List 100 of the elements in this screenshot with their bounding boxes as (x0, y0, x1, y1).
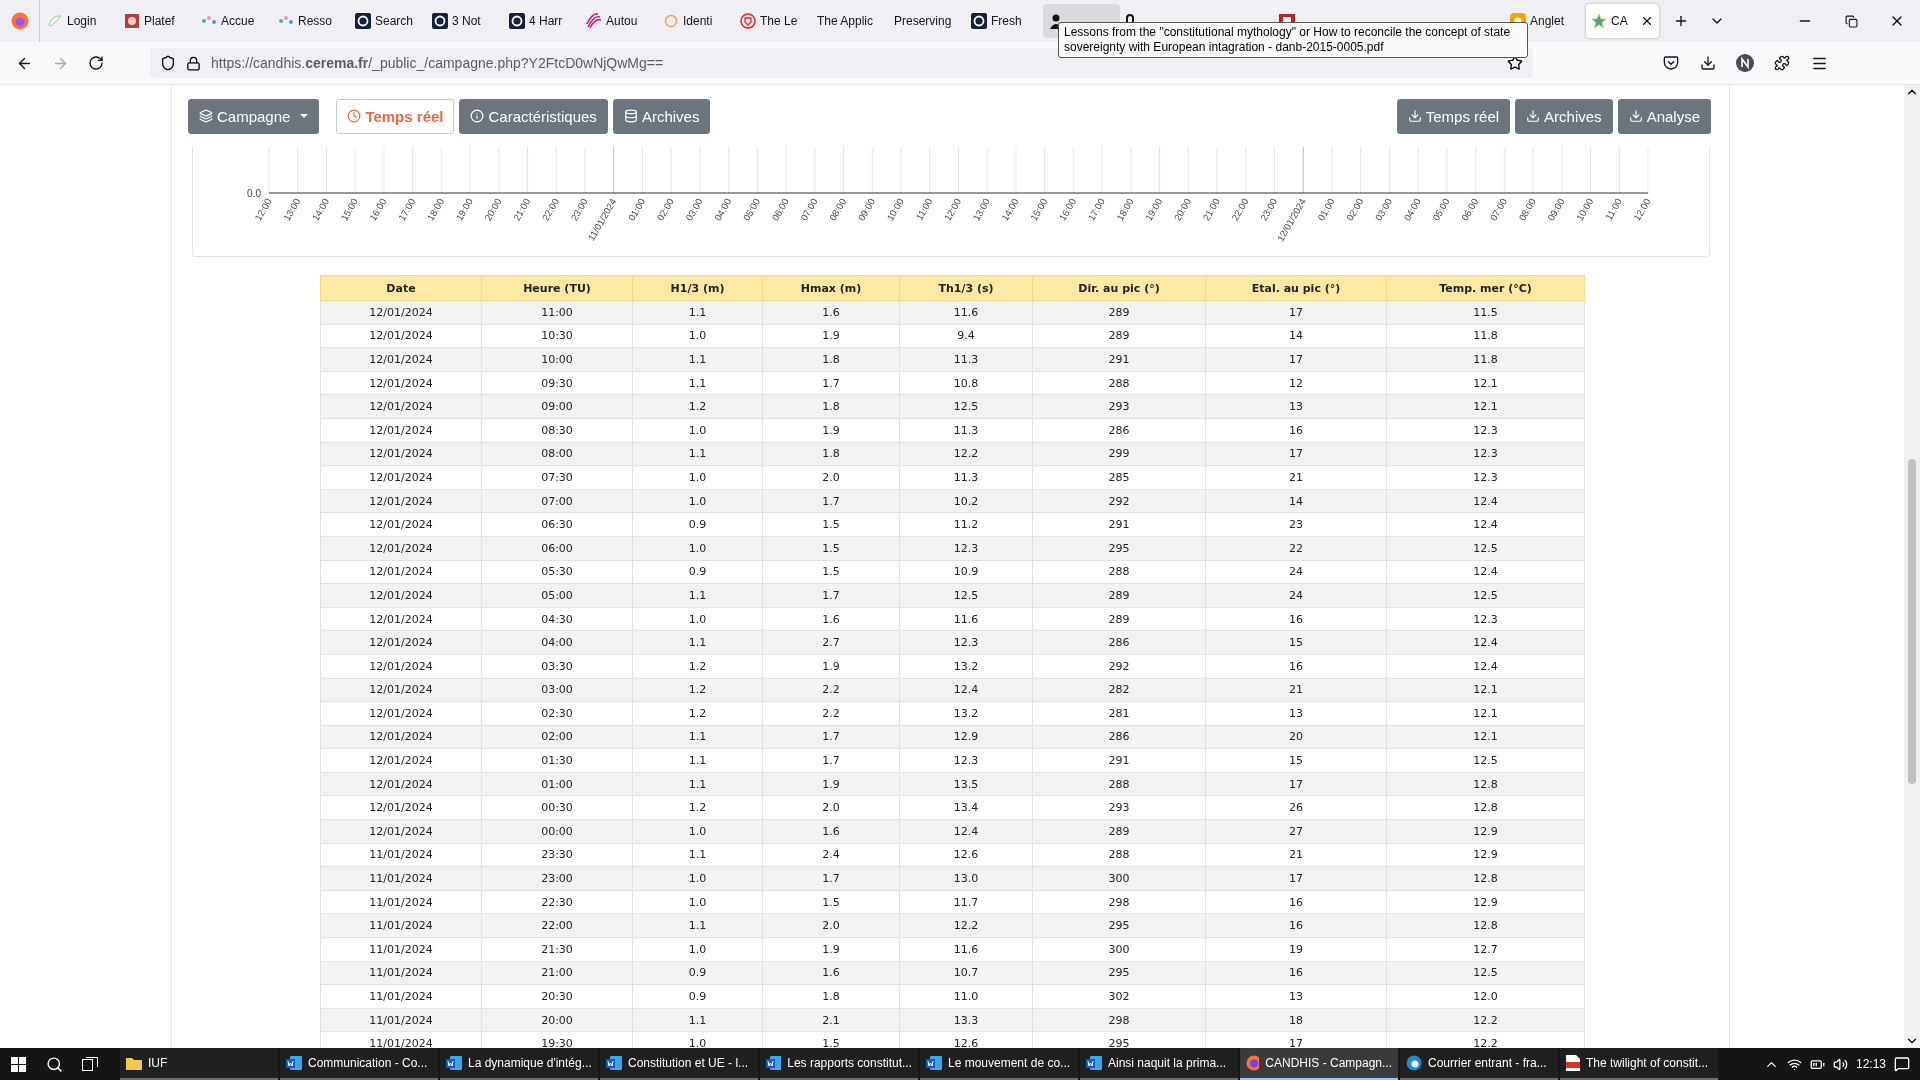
table-cell: 291 (1032, 748, 1206, 773)
table-cell: 1.1 (632, 843, 763, 867)
table-cell: 0.9 (632, 984, 763, 1009)
table-cell: 24 (1205, 560, 1387, 584)
table-cell: 1.9 (762, 324, 900, 348)
table-cell: 00:00 (481, 819, 633, 844)
table-cell: 04:00 (481, 630, 633, 655)
table-cell: 12.4 (1386, 654, 1585, 678)
table-cell: 12/01/2024 (320, 819, 482, 844)
table-cell: 1.0 (632, 465, 763, 490)
table-cell: 12/01/2024 (320, 300, 482, 325)
table-cell: 12/01/2024 (320, 654, 482, 678)
table-cell: 289 (1032, 607, 1206, 631)
table-cell: 02:00 (481, 725, 633, 749)
table-cell: 12.4 (1386, 512, 1585, 537)
table-cell: 07:30 (481, 465, 633, 490)
table-cell: 10.8 (899, 371, 1033, 395)
table-cell: 12.3 (1386, 418, 1585, 443)
table-cell: 1.0 (632, 937, 763, 962)
table-cell: 12.3 (899, 536, 1033, 561)
table-cell: 300 (1032, 866, 1206, 891)
table-cell: 1.6 (762, 819, 900, 844)
table-cell: 06:30 (481, 512, 633, 537)
table-cell: 1.0 (632, 890, 763, 914)
table-cell: 21:00 (481, 961, 633, 985)
table-cell: 2.2 (762, 701, 900, 726)
table-cell: 11/01/2024 (320, 843, 482, 867)
table-cell: 11.6 (899, 300, 1033, 325)
table-cell: 1.7 (762, 725, 900, 749)
table-cell: 11/01/2024 (320, 1008, 482, 1032)
table-cell: 1.6 (762, 961, 900, 985)
table-cell: 298 (1032, 1008, 1206, 1032)
table-cell: 27 (1205, 819, 1387, 844)
table-cell: 293 (1032, 795, 1206, 820)
table-cell: 1.1 (632, 630, 763, 655)
table-cell: 289 (1032, 300, 1206, 325)
table-cell: 12.2 (1386, 1008, 1585, 1032)
table-cell: 11.3 (899, 347, 1033, 372)
table-cell: 23:00 (481, 866, 633, 891)
table-cell: 2.7 (762, 630, 900, 655)
table-cell: 11.8 (1386, 347, 1585, 372)
table-cell: 03:30 (481, 654, 633, 678)
table-cell: 1.7 (762, 489, 900, 513)
table-cell: 12.8 (1386, 913, 1585, 938)
table-cell: 1.9 (762, 418, 900, 443)
table-cell: 1.9 (762, 772, 900, 796)
table-cell: 08:00 (481, 442, 633, 466)
table-cell: 288 (1032, 560, 1206, 584)
table-cell: 12.4 (899, 819, 1033, 844)
table-cell: 11.3 (899, 418, 1033, 443)
table-cell: 1.8 (762, 394, 900, 419)
table-cell: 295 (1032, 961, 1206, 985)
table-cell: 13 (1205, 394, 1387, 419)
table-cell: 289 (1032, 324, 1206, 348)
table-cell: 18 (1205, 1008, 1387, 1032)
column-header: Th1/3 (s) (899, 275, 1033, 301)
table-cell: 281 (1032, 701, 1206, 726)
table-cell: 1.7 (762, 371, 900, 395)
table-cell: 1.1 (632, 748, 763, 773)
table-cell: 2.1 (762, 1008, 900, 1032)
table-cell: 12.9 (1386, 843, 1585, 867)
column-header: Date (320, 275, 482, 301)
table-cell: 17 (1205, 442, 1387, 466)
table-cell: 11/01/2024 (320, 913, 482, 938)
table-cell: 293 (1032, 394, 1206, 419)
table-cell: 1.1 (632, 1008, 763, 1032)
table-cell: 1.1 (632, 772, 763, 796)
table-cell: 291 (1032, 512, 1206, 537)
table-cell: 15 (1205, 630, 1387, 655)
table-cell: 1.2 (632, 795, 763, 820)
table-cell: 1.9 (762, 937, 900, 962)
table-cell: 16 (1205, 418, 1387, 443)
table-cell: 288 (1032, 843, 1206, 867)
table-cell: 12.2 (899, 913, 1033, 938)
table-cell: 11:00 (481, 300, 633, 325)
table-cell: 12/01/2024 (320, 347, 482, 372)
table-cell: 16 (1205, 654, 1387, 678)
table-cell: 1.8 (762, 347, 900, 372)
table-cell: 1.2 (632, 394, 763, 419)
table-cell: 1.5 (762, 512, 900, 537)
column-header: H1/3 (m) (632, 275, 763, 301)
table-cell: 286 (1032, 630, 1206, 655)
table-cell: 12.5 (1386, 961, 1585, 985)
table-cell: 11.6 (899, 607, 1033, 631)
table-cell: 24 (1205, 583, 1387, 608)
table-cell: 17 (1205, 300, 1387, 325)
table-cell: 0.9 (632, 961, 763, 985)
table-cell: 12/01/2024 (320, 324, 482, 348)
table-cell: 12.5 (1386, 583, 1585, 608)
table-cell: 289 (1032, 583, 1206, 608)
table-cell: 13.0 (899, 866, 1033, 891)
table-cell: 15 (1205, 748, 1387, 773)
table-cell: 16 (1205, 961, 1387, 985)
table-cell: 12/01/2024 (320, 725, 482, 749)
table-cell: 12/01/2024 (320, 678, 482, 702)
column-header: Etal. au pic (°) (1205, 275, 1387, 301)
table-cell: 300 (1032, 937, 1206, 962)
table-cell: 11.8 (1386, 324, 1585, 348)
table-cell: 12.4 (1386, 560, 1585, 584)
table-cell: 1.1 (632, 442, 763, 466)
